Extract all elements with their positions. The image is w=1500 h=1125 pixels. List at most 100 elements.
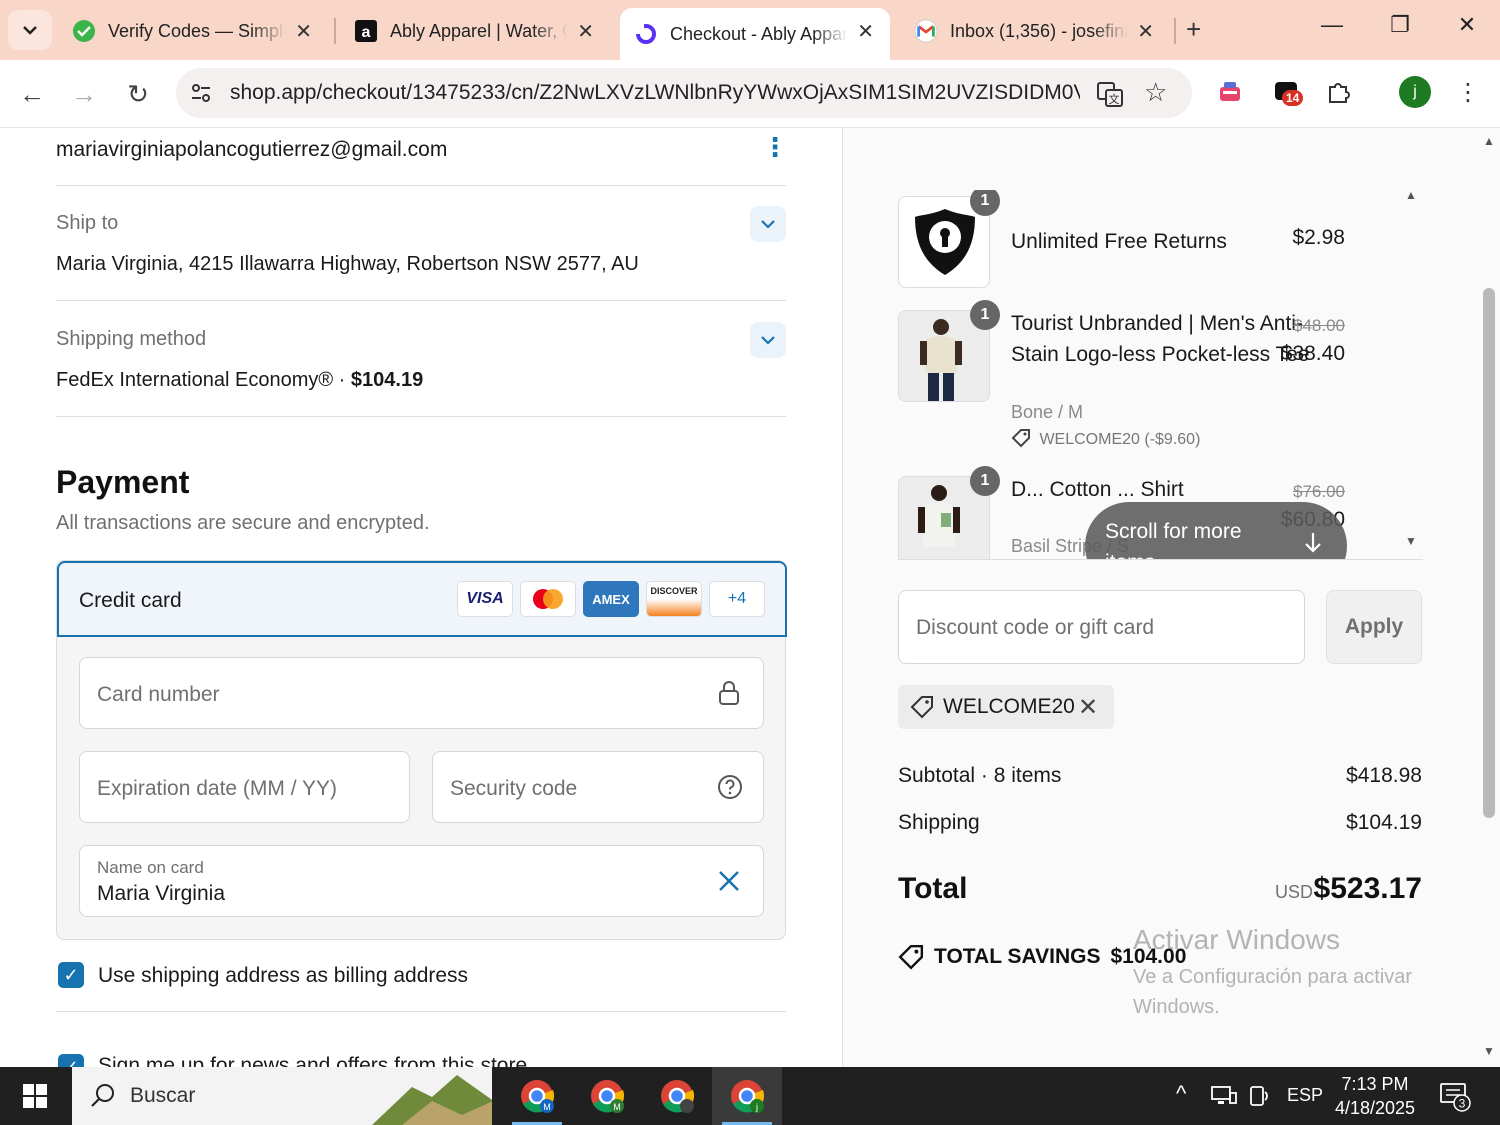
shipping-method-value: FedEx International Economy® · $104.19 [56,369,423,392]
minimize-icon[interactable]: — [1312,12,1352,38]
shipping-method-label: Shipping method [56,328,207,350]
subtotal-label: Subtotal · 8 items [898,764,1062,787]
name-on-card-value: Maria Virginia [97,882,225,905]
tab-ably-apparel[interactable]: a Ably Apparel | Water, Odor ✕ [340,8,610,54]
tag-icon [1011,429,1030,448]
close-tab-icon[interactable]: ✕ [1137,19,1154,44]
items-scroll-down-icon[interactable]: ▼ [1405,534,1417,548]
page-scroll-up-icon[interactable]: ▲ [1483,134,1495,148]
items-scroll-up-icon[interactable]: ▲ [1405,188,1417,202]
item-name: Tourist Unbranded | Men's Anti-Stain Log… [1011,312,1310,366]
site-info-icon[interactable] [190,82,212,109]
shop-favicon-icon [634,22,658,46]
tag-icon [910,695,934,724]
chrome-icon: M [521,1080,555,1113]
close-window-icon[interactable]: ✕ [1447,12,1487,38]
tab-separator [334,18,336,44]
close-tab-icon[interactable]: ✕ [577,19,594,44]
mastercard-logo [520,581,576,617]
more-cards-badge: +4 [709,581,765,617]
ably-favicon-icon: a [354,19,378,43]
restore-icon[interactable]: ❐ [1380,12,1420,38]
close-tab-icon[interactable]: ✕ [857,19,874,44]
tab-gmail-inbox[interactable]: Inbox (1,356) - josefina ✕ [900,8,1170,54]
chevron-down-icon [761,335,775,345]
translate-icon[interactable]: 文 [1096,80,1124,113]
billing-address-checkbox[interactable]: ✓ [58,962,84,988]
bookmark-star-icon[interactable]: ☆ [1144,77,1167,108]
savings-label: TOTAL SAVINGS [934,945,1101,968]
card-number-field[interactable]: Card number [79,657,764,729]
extensions-puzzle-icon[interactable] [1322,76,1354,108]
start-button[interactable] [0,1067,70,1125]
taskbar-chrome-app-active[interactable]: j [712,1067,782,1125]
forward-arrow-icon[interactable]: → [66,76,102,112]
show-hidden-icons-chevron-icon[interactable]: ^ [1176,1081,1186,1107]
order-items-list[interactable]: 1 Unlimited Free Returns $2.98 1 Tourist… [898,190,1423,560]
browser-menu-icon[interactable]: ⋮ [1456,78,1480,107]
search-label: Buscar [130,1084,196,1107]
tab-separator [1174,18,1176,44]
taskbar-chrome-app[interactable]: M [572,1067,642,1125]
checkout-main-column: mariavirginiapolancogutierrez@gmail.com … [0,128,842,1080]
shipping-label: Shipping [898,811,980,834]
item-quantity-badge: 1 [970,466,1000,496]
expiration-date-field[interactable]: Expiration date (MM / YY) [79,751,410,823]
language-indicator[interactable]: ESP [1287,1085,1323,1106]
network-icon[interactable] [1210,1085,1238,1112]
page-scrollbar-thumb[interactable] [1483,288,1495,818]
credit-card-option[interactable]: Credit card VISA AMEX DISCOVER +4 [57,561,787,637]
svg-text:M: M [543,1102,551,1112]
back-arrow-icon[interactable]: ← [14,76,50,112]
shipping-value: $104.19 [1346,811,1422,834]
payment-subtitle: All transactions are secure and encrypte… [56,512,430,534]
item-original-price: $48.00 [1293,316,1345,335]
discount-code-input[interactable]: Discount code or gift card [898,590,1305,664]
divider [56,300,786,301]
taskbar-chrome-app[interactable]: M [502,1067,572,1125]
ship-to-label: Ship to [56,212,119,234]
extension-badge-icon[interactable]: 14 [1270,76,1304,108]
tab-checkout[interactable]: Checkout - Ably Apparel ✕ [620,8,890,60]
order-summary-column: 1 Unlimited Free Returns $2.98 1 Tourist… [842,128,1500,1068]
taskbar-search-box[interactable]: Buscar [72,1067,492,1125]
address-bar[interactable]: shop.app/checkout/13475233/cn/Z2NwLXVzLW… [176,68,1192,118]
name-on-card-field[interactable]: Name on card Maria Virginia [79,845,764,917]
scroll-hint-text: Scroll for more items [1105,520,1242,559]
total-value: $523.17 [1313,872,1422,905]
tab-verify-codes[interactable]: Verify Codes — SimplyCodes ✕ [58,8,328,54]
item-original-price: $76.00 [1293,482,1345,501]
discover-logo: DISCOVER [646,581,702,617]
notifications-icon[interactable]: 3 [1438,1081,1472,1118]
tab-search-button[interactable] [8,10,52,50]
page-scroll-down-icon[interactable]: ▼ [1483,1044,1495,1058]
volume-device-icon[interactable] [1248,1085,1270,1112]
extension-count-badge: 14 [1282,90,1304,106]
remove-discount-icon[interactable]: ✕ [1078,693,1098,722]
security-code-placeholder: Security code [450,777,578,800]
ship-to-expand-button[interactable] [750,206,786,242]
close-tab-icon[interactable]: ✕ [295,19,312,44]
taskbar-chrome-app[interactable] [642,1067,712,1125]
contact-email: mariavirginiapolancogutierrez@gmail.com [56,138,448,161]
clear-x-icon[interactable] [716,868,742,899]
scroll-for-more-items-button[interactable]: Scroll for more items [1085,502,1347,559]
shipping-method-expand-button[interactable] [750,322,786,358]
new-tab-plus-icon[interactable]: + [1186,14,1201,45]
security-code-field[interactable]: Security code [432,751,764,823]
reload-icon[interactable]: ↻ [120,76,156,112]
help-question-icon[interactable] [717,774,743,805]
tab-strip: Verify Codes — SimplyCodes ✕ a Ably Appa… [0,0,1500,60]
profile-avatar[interactable]: j [1399,76,1431,108]
total-currency: USD [1275,882,1314,902]
shipping-method-name: FedEx International Economy® · [56,369,346,391]
extension-icon[interactable] [1214,76,1246,108]
contact-menu-icon[interactable]: ⋮ [762,132,788,163]
apply-discount-button[interactable]: Apply [1326,590,1422,664]
visa-logo: VISA [457,581,513,617]
system-clock[interactable]: 7:13 PM 4/18/2025 [1330,1072,1420,1120]
search-highlight-illustration [372,1075,492,1125]
divider [56,1011,786,1012]
chevron-down-icon [23,26,37,35]
total-label: Total [898,872,968,905]
